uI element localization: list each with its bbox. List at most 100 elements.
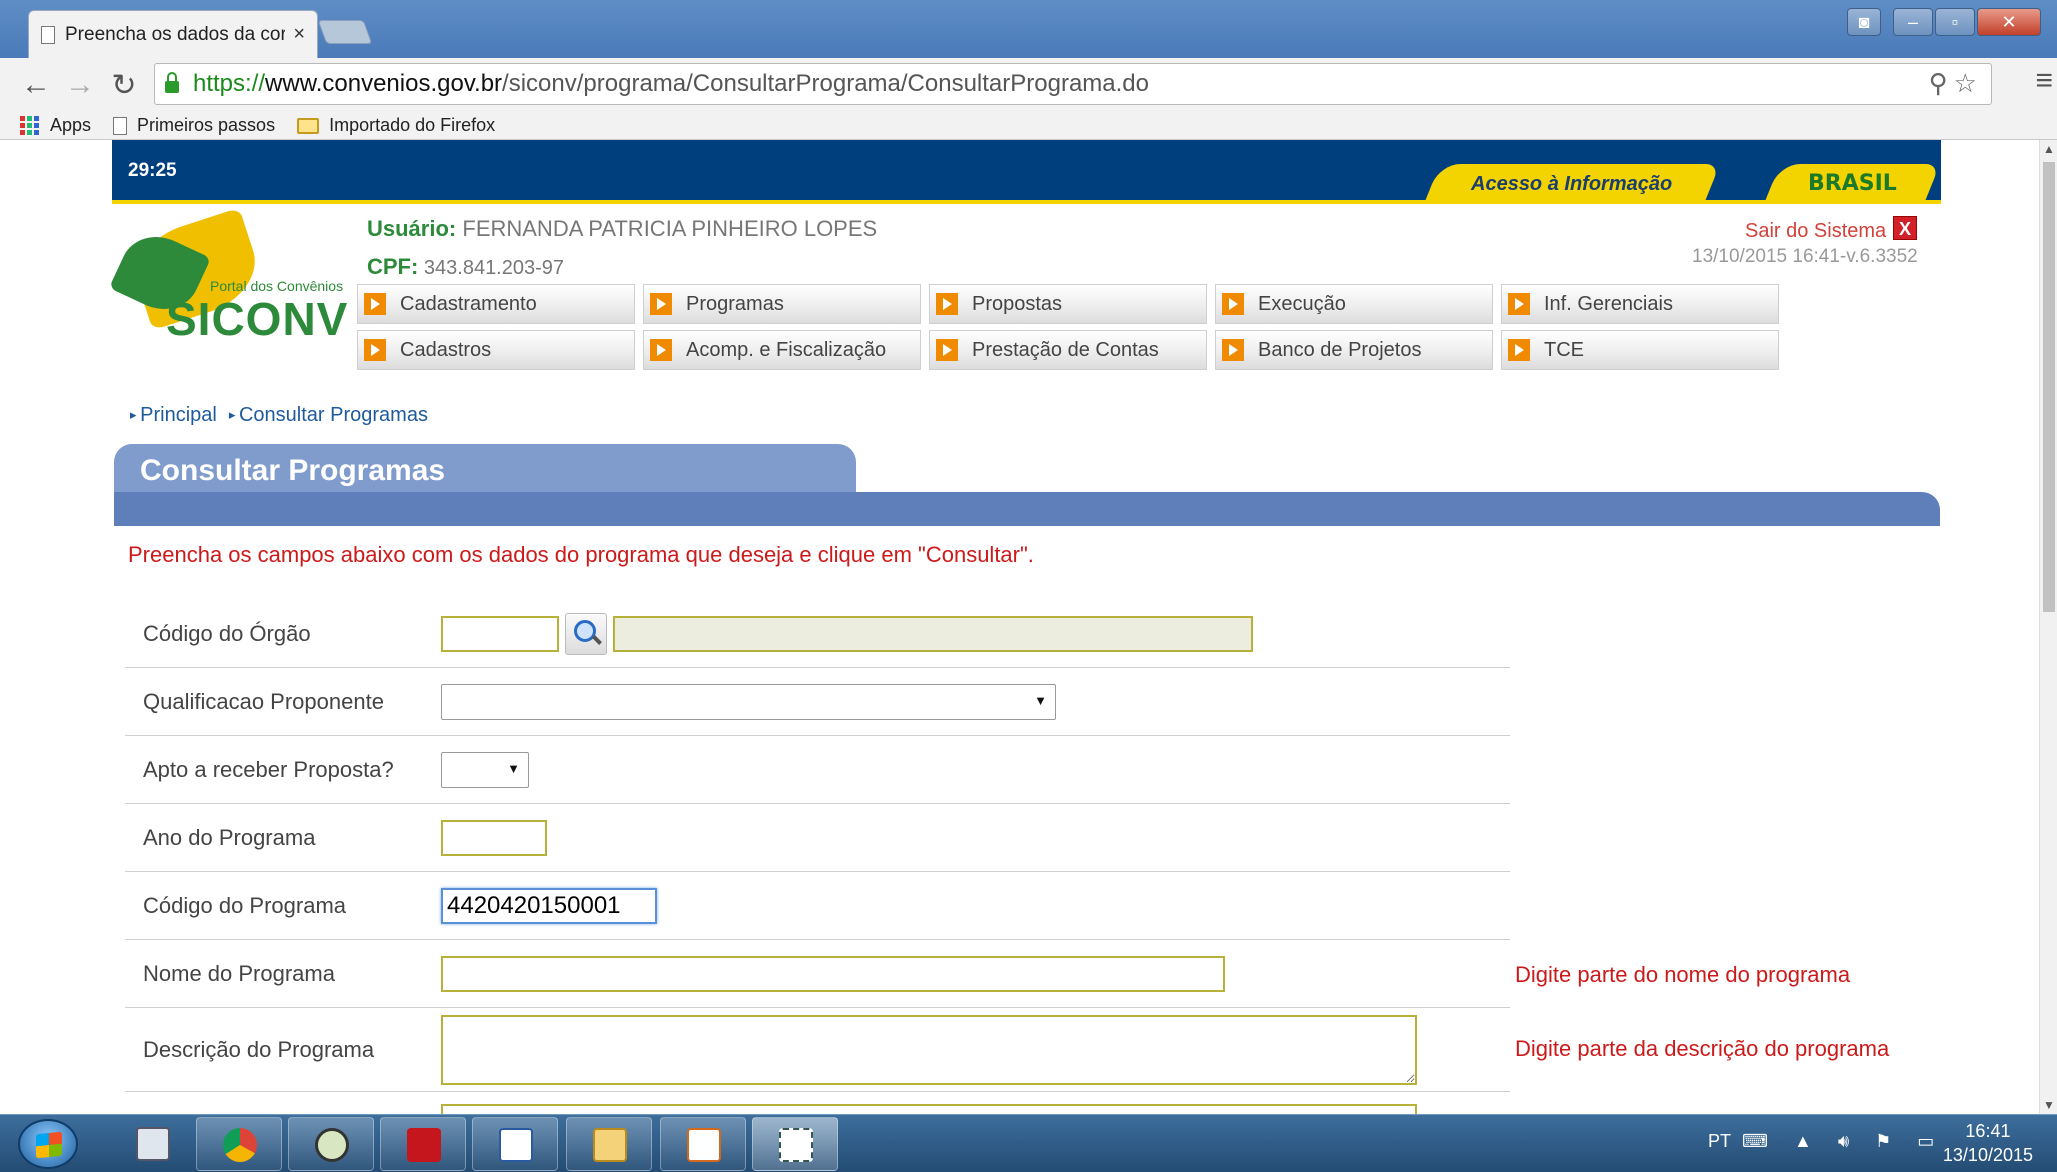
menu-inf-gerenciais[interactable]: Inf. Gerenciais xyxy=(1501,284,1779,324)
menu-cadastros[interactable]: Cadastros xyxy=(357,330,635,370)
menu-cadastramento[interactable]: Cadastramento xyxy=(357,284,635,324)
tray-expand-icon[interactable]: ▲ xyxy=(1794,1131,1812,1152)
writer-icon[interactable] xyxy=(472,1117,558,1171)
explorer-icon[interactable] xyxy=(566,1117,652,1171)
menu-banco-projetos[interactable]: Banco de Projetos xyxy=(1215,330,1493,370)
back-arrow-icon[interactable]: ← xyxy=(14,68,58,102)
menu-acomp-fiscalizacao[interactable]: Acomp. e Fiscalização xyxy=(643,330,921,370)
network-icon[interactable]: ▭ xyxy=(1917,1131,1934,1152)
instructions-text: Preencha os campos abaixo com os dados d… xyxy=(128,542,1034,567)
scroll-down-icon[interactable]: ▼ xyxy=(2040,1098,2057,1112)
bookmark-apps[interactable]: Apps xyxy=(20,115,91,136)
scroll-up-icon[interactable]: ▲ xyxy=(2040,142,2057,156)
codigo-programa-label: Código do Programa xyxy=(143,892,347,918)
page-title: Consultar Programas xyxy=(140,454,446,487)
ano-input[interactable] xyxy=(441,819,547,856)
acrobat-icon[interactable] xyxy=(380,1117,466,1171)
search-magnifier-icon[interactable] xyxy=(565,612,607,655)
menu-propostas[interactable]: Propostas xyxy=(929,284,1207,324)
action-center-flag-icon[interactable]: ⚑ xyxy=(1875,1131,1891,1152)
calculator-icon[interactable] xyxy=(110,1117,196,1171)
page-title-tab: Consultar Programas xyxy=(114,444,856,498)
logout-close-icon[interactable]: X xyxy=(1893,216,1917,240)
arrow-icon xyxy=(364,293,386,315)
keyboard-icon[interactable]: ⌨ xyxy=(1742,1131,1768,1152)
breadcrumb-principal[interactable]: Principal xyxy=(130,404,217,427)
bookmarks-bar: Apps Primeiros passos Importado do Firef… xyxy=(0,112,2057,140)
clock[interactable]: 16:41 13/10/2015 xyxy=(1943,1119,2033,1167)
page-viewport: 29:25 Acesso à Informação BRASIL Portal … xyxy=(0,140,2057,1114)
reload-icon[interactable]: ↻ xyxy=(102,68,146,103)
clock-date: 13/10/2015 xyxy=(1942,1145,2033,1165)
bookmark-primeiros-passos[interactable]: Primeiros passos xyxy=(113,115,275,136)
forward-arrow-icon[interactable]: → xyxy=(58,68,102,102)
maximize-button[interactable]: ▫ xyxy=(1935,8,1975,36)
chrome-icon[interactable] xyxy=(196,1117,282,1171)
network-globe-icon[interactable] xyxy=(288,1117,374,1171)
menu-programas[interactable]: Programas xyxy=(643,284,921,324)
cpf-value: 343.841.203-97 xyxy=(423,257,565,279)
lock-icon xyxy=(165,72,179,93)
acesso-informacao-link[interactable]: Acesso à Informação xyxy=(1423,164,1721,204)
browser-tab[interactable]: Preencha os dados da cor × xyxy=(28,10,318,58)
windows-taskbar: PT ⌨ ▲ 🔊︎ ⚑ ▭ 16:41 13/10/2015 xyxy=(0,1114,2057,1172)
clock-time: 16:41 xyxy=(1965,1121,2011,1141)
row-codigo-programa: Código do Programa xyxy=(125,872,1510,940)
windows-start-button[interactable] xyxy=(18,1119,78,1169)
brasil-label: BRASIL xyxy=(1807,171,1897,196)
menu-label: Inf. Gerenciais xyxy=(1544,292,1673,315)
row-ano: Ano do Programa xyxy=(125,804,1510,872)
menu-label: Acomp. e Fiscalização xyxy=(686,338,887,361)
nome-input[interactable] xyxy=(441,955,1225,992)
session-timer: 29:25 xyxy=(128,160,177,181)
arrow-icon xyxy=(1508,339,1530,361)
brasil-logo[interactable]: BRASIL xyxy=(1763,164,1941,204)
bookmark-importado-firefox[interactable]: Importado do Firefox xyxy=(297,115,495,136)
menu-label: TCE xyxy=(1544,338,1584,361)
gov-top-bar: 29:25 Acesso à Informação BRASIL xyxy=(112,140,1941,204)
nome-label: Nome do Programa xyxy=(143,960,335,986)
zoom-and-star-icons[interactable]: ⚲☆ xyxy=(1929,68,1983,99)
qualificacao-select[interactable] xyxy=(441,683,1056,720)
qualificacao-label: Qualificacao Proponente xyxy=(143,688,384,714)
row-qualificacao: Qualificacao Proponente xyxy=(125,668,1510,736)
volume-icon[interactable]: 🔊︎ xyxy=(1838,1131,1849,1152)
url-host: www.convenios.gov.br xyxy=(265,70,503,97)
acesso-informacao-label: Acesso à Informação xyxy=(1471,173,1673,195)
codigo-programa-input[interactable] xyxy=(441,887,657,924)
next-field-partial[interactable] xyxy=(441,1104,1417,1114)
tab-title: Preencha os dados da cor xyxy=(65,23,286,45)
row-descricao: Descrição do Programa Digite parte da de… xyxy=(125,1008,1889,1092)
menu-label: Prestação de Contas xyxy=(972,338,1159,361)
impress-icon[interactable] xyxy=(660,1117,746,1171)
new-tab-button[interactable] xyxy=(317,20,373,44)
tab-close-icon[interactable]: × xyxy=(293,23,305,46)
chrome-menu-icon[interactable]: ≡ xyxy=(2035,64,2053,98)
siconv-logo[interactable]: Portal dos Convênios SICONV xyxy=(108,207,354,356)
arrow-icon xyxy=(650,339,672,361)
apps-grid-icon xyxy=(20,115,40,136)
language-indicator[interactable]: PT xyxy=(1708,1131,1731,1152)
codigo-orgao-input[interactable] xyxy=(441,615,559,652)
page-scrollbar[interactable]: ▲ ▼ xyxy=(2039,140,2057,1114)
arrow-icon xyxy=(936,339,958,361)
menu-label: Execução xyxy=(1258,292,1346,315)
menu-execucao[interactable]: Execução xyxy=(1215,284,1493,324)
menu-prestacao-contas[interactable]: Prestação de Contas xyxy=(929,330,1207,370)
menu-tce[interactable]: TCE xyxy=(1501,330,1779,370)
minimize-button[interactable]: – xyxy=(1893,8,1933,36)
version-stamp: 13/10/2015 16:41-v.6.3352 xyxy=(1692,246,1918,267)
menu-label: Programas xyxy=(686,292,784,315)
descricao-textarea[interactable] xyxy=(441,1014,1417,1085)
user-profile-icon[interactable]: ◙ xyxy=(1847,8,1881,36)
logout-link[interactable]: Sair do Sistema xyxy=(1745,220,1886,243)
ano-label: Ano do Programa xyxy=(143,824,316,850)
snipping-tool-icon[interactable] xyxy=(752,1117,838,1171)
close-window-button[interactable]: ✕ xyxy=(1977,8,2041,36)
apto-select[interactable] xyxy=(441,751,529,788)
scrollbar-thumb[interactable] xyxy=(2043,162,2055,612)
browser-titlebar: Preencha os dados da cor × ◙ – ▫ ✕ xyxy=(0,0,2057,58)
address-bar[interactable]: https://www.convenios.gov.br/siconv/prog… xyxy=(154,63,1992,105)
breadcrumb-consultar-programas[interactable]: Consultar Programas xyxy=(229,404,428,427)
menu-label: Banco de Projetos xyxy=(1258,338,1422,361)
